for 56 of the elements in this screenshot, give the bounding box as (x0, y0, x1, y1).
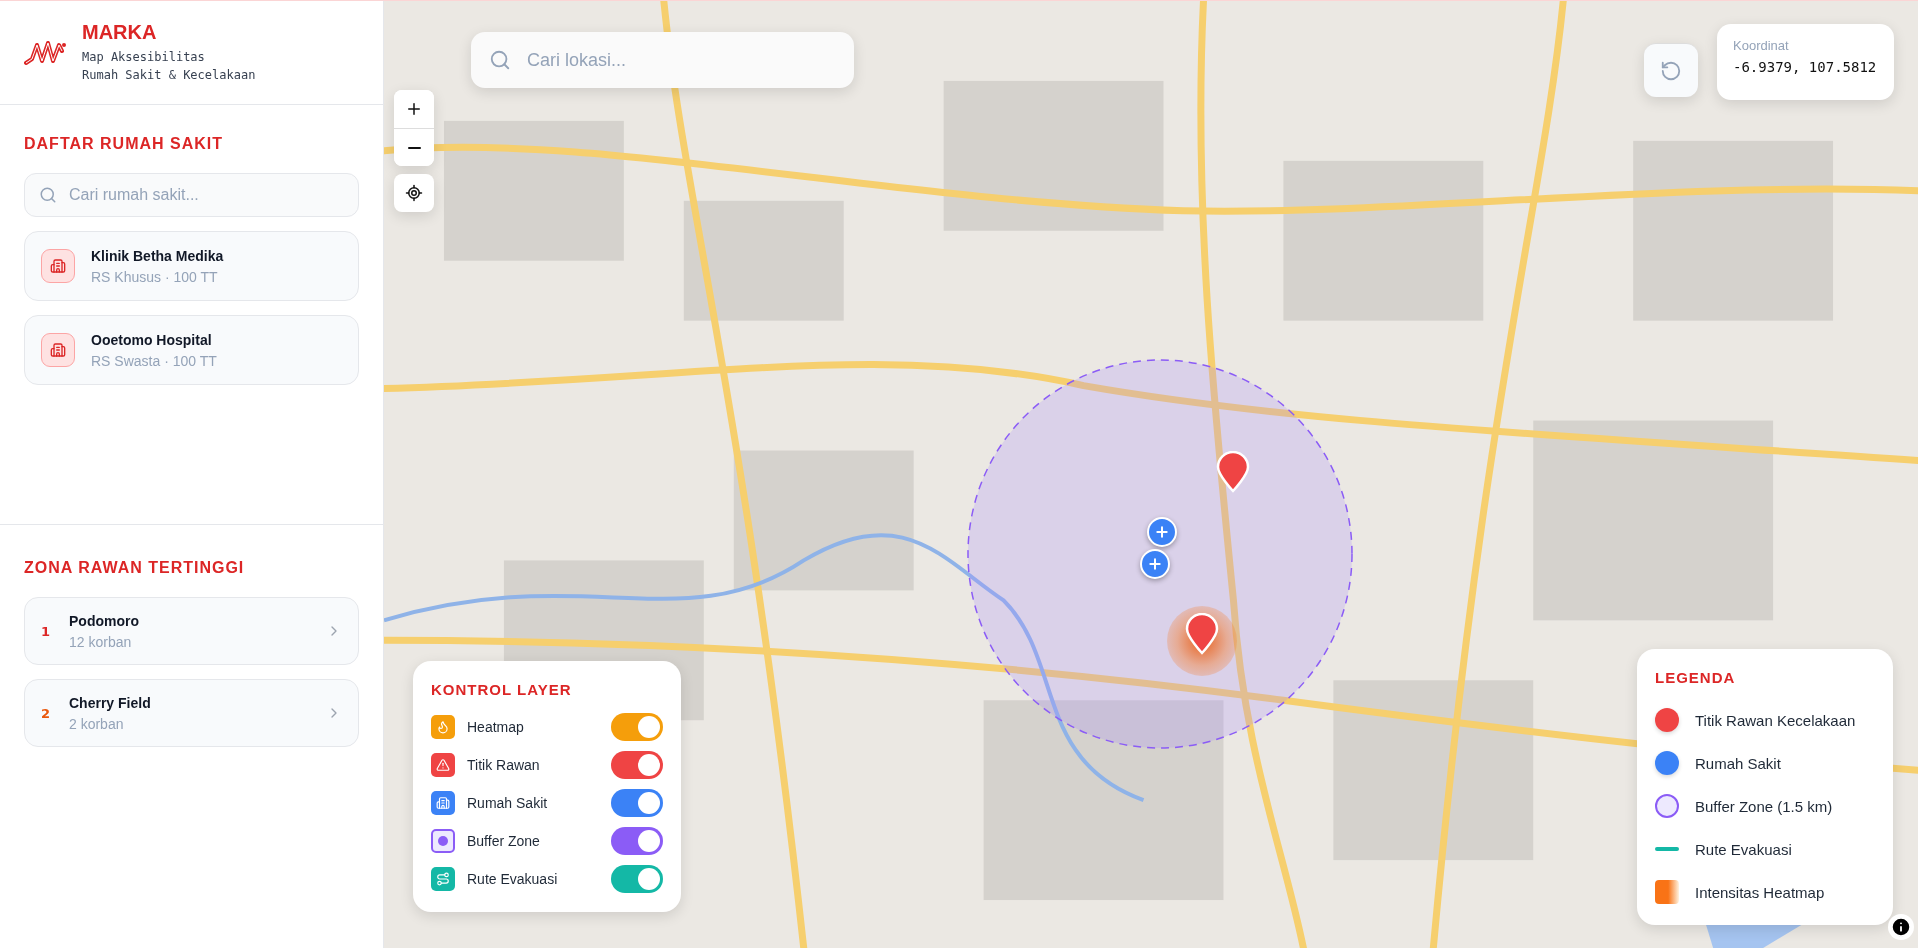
hospital-card[interactable]: Ooetomo Hospital RS Swasta · 100 TT (24, 315, 359, 385)
building-icon (41, 333, 75, 367)
layer-toggle[interactable] (611, 865, 663, 893)
zone-rank: 1 (41, 623, 52, 639)
zone-rank: 2 (41, 705, 52, 721)
zone-card[interactable]: 1 Podomoro 12 korban (24, 597, 359, 665)
search-icon (39, 186, 57, 204)
layer-label: Heatmap (467, 719, 525, 735)
building-icon (41, 249, 75, 283)
legend-label: Buffer Zone (1.5 km) (1695, 797, 1834, 815)
zoom-in-button[interactable] (394, 90, 434, 128)
reset-button[interactable] (1644, 43, 1698, 97)
hospital-search-input[interactable]: Cari rumah sakit... (67, 173, 344, 217)
layer-label: Rumah Sakit (467, 795, 549, 811)
zone-name: Cherry Field (69, 694, 152, 711)
layer-label: Rute Evakuasi (467, 871, 559, 887)
zone-name: Podomoro (69, 612, 140, 629)
hospital-meta: RS Khusus · 100 TT (91, 268, 219, 285)
hospital-name: Klinik Betha Medika (91, 247, 225, 264)
pin-marker-icon[interactable] (1216, 451, 1250, 493)
brand-subtitle: Map Aksesibilitas (82, 49, 206, 66)
zone-count: 12 korban (69, 633, 133, 650)
section-title: ZONA RAWAN TERTINGGI (24, 559, 246, 577)
hospital-meta: RS Swasta · 100 TT (91, 352, 218, 369)
layer-label: Buffer Zone (467, 833, 541, 849)
location-search-input[interactable]: Cari lokasi... (525, 31, 836, 89)
layer-label: Titik Rawan (467, 757, 541, 773)
zone-count: 2 korban (69, 715, 125, 732)
legend-label: Rumah Sakit (1695, 754, 1782, 772)
layer-toggle[interactable] (611, 751, 663, 779)
crosshair-icon (405, 184, 423, 202)
locate-button[interactable] (394, 174, 434, 212)
pin-marker-icon[interactable] (1185, 613, 1219, 655)
layer-toggle[interactable] (611, 789, 663, 817)
legend-label: Titik Rawan Kecelakaan (1695, 711, 1857, 729)
logo-icon (24, 38, 68, 67)
plus-icon (405, 100, 423, 118)
section-title: DAFTAR RUMAH SAKIT (24, 135, 224, 153)
brand-subtitle: Rumah Sakit & Kecelakaan (82, 67, 256, 84)
coordinates-label: Koordinat (1733, 38, 1790, 53)
brand-name: MARKA (82, 21, 158, 44)
location-search-field[interactable]: Cari lokasi... (471, 32, 854, 88)
layer-toggle[interactable] (611, 713, 663, 741)
layer-toggle[interactable] (611, 827, 663, 855)
search-icon (489, 49, 511, 71)
coordinates-value: -6.9379, 107.5812 (1733, 59, 1878, 75)
search-field[interactable]: Cari rumah sakit... (24, 173, 359, 217)
panel-title: KONTROL LAYER (431, 681, 573, 698)
legend-label: Intensitas Heatmap (1695, 883, 1826, 901)
legend-label: Rute Evakuasi (1695, 840, 1793, 858)
minus-icon (407, 146, 421, 149)
reset-icon (1660, 59, 1682, 82)
zone-card[interactable]: 2 Cherry Field 2 korban (24, 679, 359, 747)
panel-title: LEGENDA (1655, 669, 1737, 686)
hospital-card[interactable]: Klinik Betha Medika RS Khusus · 100 TT (24, 231, 359, 301)
hospital-name: Ooetomo Hospital (91, 331, 213, 348)
